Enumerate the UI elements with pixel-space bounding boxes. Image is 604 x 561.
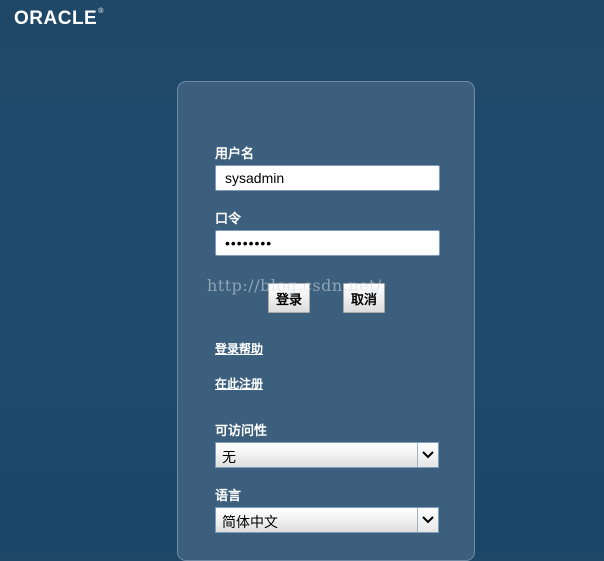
cancel-button[interactable]: 取消: [343, 283, 385, 313]
accessibility-selected-value: 无: [222, 449, 236, 465]
username-label: 用户名: [215, 146, 255, 161]
accessibility-label: 可访问性: [215, 423, 268, 438]
chevron-down-icon[interactable]: [417, 443, 438, 467]
login-help-link[interactable]: 登录帮助: [215, 340, 263, 357]
registered-mark: ®: [98, 8, 104, 15]
language-label: 语言: [215, 488, 242, 503]
login-panel: 用户名 口令 登录 取消 登录帮助 在此注册 可访问性 无 语言 简体中文: [177, 81, 475, 561]
username-input[interactable]: [215, 165, 440, 191]
password-label: 口令: [215, 211, 242, 226]
password-input[interactable]: [215, 230, 440, 256]
language-selected-value: 简体中文: [222, 514, 278, 530]
chevron-down-icon[interactable]: [417, 508, 438, 532]
language-select[interactable]: 简体中文: [215, 507, 439, 533]
register-link[interactable]: 在此注册: [215, 375, 263, 392]
accessibility-select[interactable]: 无: [215, 442, 439, 468]
login-button[interactable]: 登录: [268, 283, 310, 313]
logo-text: ORACLE: [14, 8, 98, 29]
oracle-logo: ORACLE®: [14, 8, 104, 30]
